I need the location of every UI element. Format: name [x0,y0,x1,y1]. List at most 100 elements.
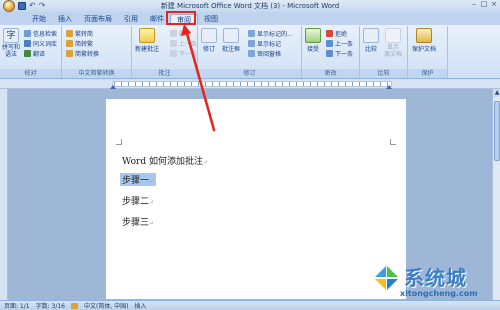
paragraph-mark: ↵ [202,159,209,166]
review-tab-highlight-box [166,11,196,25]
doc-step1-text: 步骤一 [122,176,150,186]
reviewing-pane-label: 审阅窗格 [257,51,282,58]
group-label-protect: 保护 [408,69,447,78]
display-for-review-select[interactable]: 显示标记的... [248,29,293,38]
status-language[interactable]: 中文(简体, 中国) [84,301,129,310]
spelling-label: 拼写和语法 [2,44,21,58]
ribbon: 字 拼写和语法 信息检索 同义词库 翻译 校对 繁转简 简转繁 简繁转换 中文简… [0,25,500,79]
status-insert-mode[interactable]: 插入 [135,301,147,310]
doc-line-step1-selected[interactable]: 步骤一↵ [120,173,157,186]
accept-button[interactable]: 接受 [305,28,321,53]
delete-comment-button[interactable]: 删除 [170,29,191,38]
group-protect: 保护文档 保护 [408,26,448,78]
reviewing-pane-button[interactable]: 审阅窗格 [248,49,281,58]
protect-document-button[interactable]: 保护文档 [412,28,436,53]
status-word-count[interactable]: 字数: 3/16 [36,301,65,310]
doc-line-title[interactable]: Word 如何添加批注↵ [122,154,208,167]
delete-comment-icon [170,30,177,37]
new-comment-button[interactable]: 新建批注 [135,28,159,53]
balloons-button[interactable]: 批注框 [222,28,240,53]
group-label-comments: 批注 [132,69,197,78]
scroll-up-icon[interactable]: ▲ [493,89,500,97]
prev-change-icon [326,40,333,47]
prev-change-label: 上一条 [335,41,354,48]
thesaurus-button[interactable]: 同义词库 [24,39,57,48]
doc-step2-text: 步骤二 [122,197,150,207]
doc-line-step3[interactable]: 步骤三↵ [122,215,154,228]
ribbon-tabs: 开始 插入 页面布局 引用 邮件 审阅 视图 [0,12,500,25]
show-markup-label: 显示标记 [257,41,282,48]
horizontal-ruler[interactable] [0,79,500,89]
group-comments: 新建批注 删除 上一条 下一条 批注 [132,26,198,78]
tab-page-layout[interactable]: 页面布局 [78,14,118,25]
next-change-button[interactable]: 下一条 [326,49,353,58]
reviewing-pane-icon [248,50,255,57]
track-changes-button[interactable]: 修订 [201,28,217,53]
tab-home[interactable]: 开始 [26,14,52,25]
show-source-button[interactable]: 显示 源文档 [384,28,402,58]
show-markup-icon [248,40,255,47]
spelling-button[interactable]: 字 拼写和语法 [2,28,20,58]
maximize-button[interactable]: □ [480,0,488,9]
reject-button[interactable]: 拒绝 [326,29,347,38]
tab-view[interactable]: 视图 [198,14,224,25]
show-source-label: 显示 源文档 [384,44,403,58]
traditional-icon [66,40,73,47]
paragraph-mark: ↵ [149,178,155,185]
next-comment-button[interactable]: 下一条 [170,49,197,58]
reject-label: 拒绝 [335,31,348,38]
window-title: 新建 Microsoft Office Word 文档 (3) - Micros… [160,2,340,10]
minimize-button[interactable]: – [470,0,478,9]
spelling-icon: 字 [3,28,19,43]
prev-comment-button[interactable]: 上一条 [170,39,197,48]
group-label-proofing: 校对 [0,69,61,78]
research-button[interactable]: 信息检索 [24,29,57,38]
compare-icon [363,28,379,43]
track-changes-label: 修订 [202,46,215,53]
prev-comment-icon [170,40,177,47]
convert-icon [66,50,73,57]
vertical-ruler[interactable] [0,89,8,300]
show-markup-button[interactable]: 显示标记 [248,39,281,48]
balloons-icon [223,28,239,43]
accept-icon [305,28,321,43]
windows-logo-icon [372,264,400,292]
watermark: 系统城 xitongcheng.com [370,262,496,302]
compare-button[interactable]: 比较 [363,28,379,53]
prev-comment-label: 上一条 [179,41,198,48]
doc-step3-text: 步骤三 [122,218,150,228]
group-proofing: 字 拼写和语法 信息检索 同义词库 翻译 校对 [0,26,62,78]
close-button[interactable]: × [490,0,498,9]
doc-line-step2[interactable]: 步骤二↵ [122,194,154,207]
translate-label: 翻译 [33,51,46,58]
proofing-status-icon[interactable] [71,302,78,309]
paragraph-mark: ↵ [149,199,155,206]
prev-change-button[interactable]: 上一条 [326,39,353,48]
scroll-thumb[interactable] [494,101,500,161]
group-label-changes: 更改 [302,69,359,78]
tab-insert[interactable]: 插入 [52,14,78,25]
markup-icon [248,30,255,37]
next-comment-icon [170,50,177,57]
group-label-chinese: 中文简繁转换 [62,69,131,78]
tab-references[interactable]: 引用 [118,14,144,25]
convert-button[interactable]: 简繁转换 [66,49,99,58]
balloons-label: 批注框 [222,46,241,53]
status-page[interactable]: 页面: 1/1 [4,301,30,310]
group-compare: 比较 显示 源文档 比较 [360,26,408,78]
to-traditional-label: 简转繁 [75,41,94,48]
title-bar: ↶ ↷ 新建 Microsoft Office Word 文档 (3) - Mi… [0,0,500,12]
group-label-tracking: 修订 [198,69,301,78]
next-comment-label: 下一条 [179,51,198,58]
to-simplified-button[interactable]: 繁转简 [66,29,93,38]
translate-button[interactable]: 翻译 [24,49,45,58]
document-page[interactable]: Word 如何添加批注↵ 步骤一↵ 步骤二↵ 步骤三↵ [106,99,406,299]
new-comment-icon [139,28,155,43]
research-icon [24,30,31,37]
group-label-compare: 比较 [360,69,407,78]
window-controls: – □ × [470,0,498,9]
next-change-icon [326,50,333,57]
to-traditional-button[interactable]: 简转繁 [66,39,93,48]
to-simplified-label: 繁转简 [75,31,94,38]
delete-comment-label: 删除 [179,31,192,38]
